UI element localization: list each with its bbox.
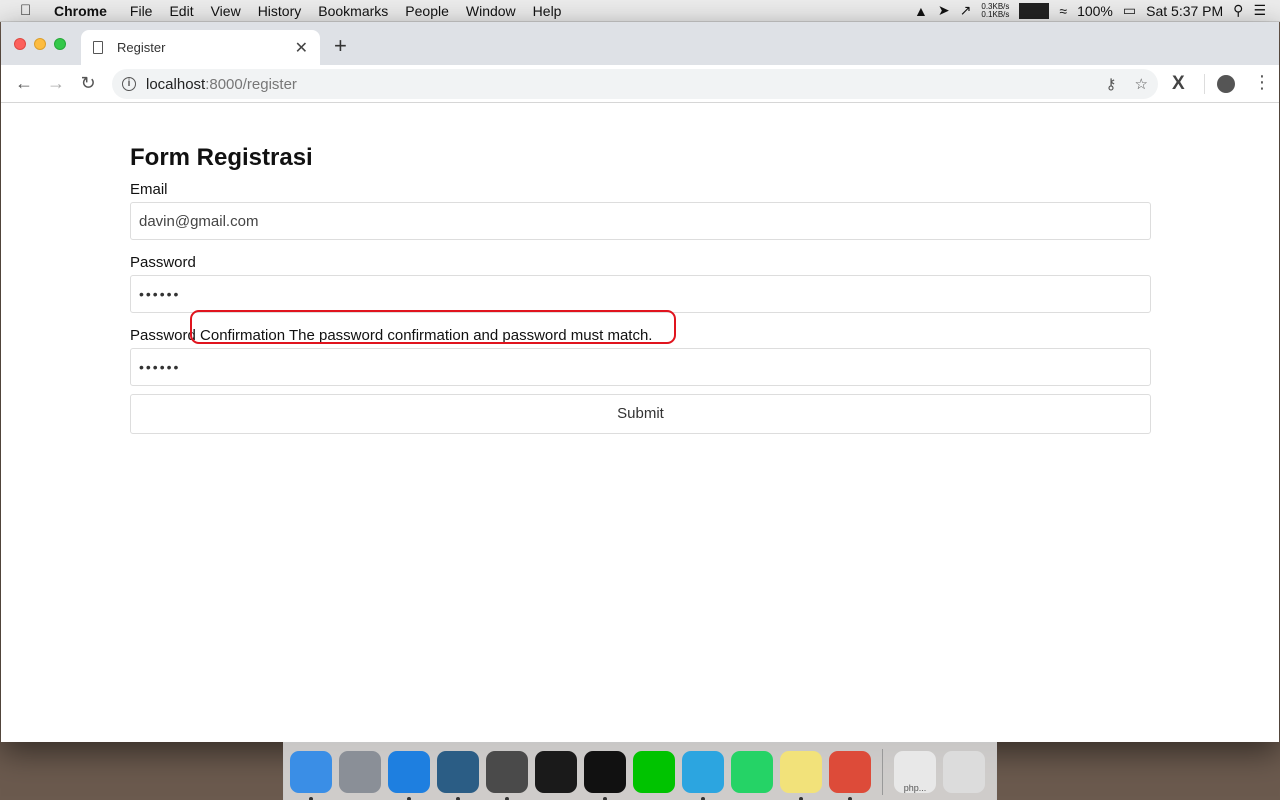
dock-divider [882, 748, 883, 795]
page-title: Form Registrasi [130, 144, 313, 171]
minimized-window-icon[interactable]: php... [894, 750, 936, 793]
spotlight-search-icon[interactable]: ⚲ [1233, 2, 1243, 19]
document-icon [93, 41, 103, 54]
page-content: Form Registrasi Email davin@gmail.com Pa… [1, 103, 1279, 742]
trash-icon[interactable] [943, 750, 985, 793]
wifi-icon[interactable]: ≈ [1059, 3, 1067, 19]
running-indicator [848, 796, 852, 800]
running-indicator [603, 796, 607, 800]
resize-arrows-icon[interactable]: ↗ [960, 2, 972, 19]
clock[interactable]: Sat 5:37 PM [1146, 3, 1223, 19]
menu-app-name[interactable]: Chrome [54, 3, 107, 19]
extension-x-icon[interactable]: X [1172, 73, 1185, 95]
terminal-icon[interactable] [584, 750, 626, 800]
password-confirmation-label: Password Confirmation The password confi… [130, 310, 1151, 345]
password-label: Password [130, 254, 196, 271]
running-indicator [456, 796, 460, 800]
safari-icon[interactable] [388, 750, 430, 800]
activity-graph-icon[interactable] [1019, 2, 1050, 19]
line-icon[interactable] [633, 750, 675, 793]
key-icon[interactable]: ⚷ [1106, 75, 1117, 93]
toolbar-divider [1204, 74, 1205, 94]
apple-icon[interactable]:  [20, 2, 38, 19]
p3-icon[interactable] [535, 750, 577, 793]
tab-title: Register [117, 40, 166, 55]
address-bar[interactable]: i localhost:8000/register ⚷ ☆ [112, 69, 1158, 99]
window-controls [14, 38, 66, 50]
menu-file[interactable]: File [130, 3, 153, 19]
whatsapp-icon[interactable] [731, 750, 773, 793]
menu-bar:  Chrome File Edit View History Bookmark… [0, 0, 1280, 22]
menu-help[interactable]: Help [533, 3, 562, 19]
menu-window[interactable]: Window [466, 3, 516, 19]
running-indicator [505, 796, 509, 800]
email-field[interactable]: davin@gmail.com [130, 202, 1151, 240]
new-tab-button[interactable]: + [334, 35, 347, 57]
adobe-icon[interactable]: ▲ [914, 3, 928, 19]
menu-people[interactable]: People [405, 3, 449, 19]
mysql-workbench-icon[interactable] [437, 750, 479, 800]
tab-register[interactable]: Register ✕ [81, 30, 320, 65]
running-indicator [407, 796, 411, 800]
forward-button[interactable]: → [40, 73, 72, 94]
close-tab-icon[interactable]: ✕ [295, 38, 308, 58]
browser-toolbar: ← → ↻ i localhost:8000/register ⚷ ☆ X ⋮ [1, 65, 1279, 103]
network-speed[interactable]: 0.3KB/s 0.1KB/s [981, 2, 1010, 19]
stickies-icon[interactable] [780, 750, 822, 800]
running-indicator [309, 796, 313, 800]
menu-kebab-icon[interactable]: ⋮ [1253, 72, 1271, 93]
launchpad-icon[interactable] [339, 750, 381, 793]
battery-icon[interactable]: ▭ [1123, 2, 1136, 19]
password-confirmation-field[interactable]: •••••• [130, 348, 1151, 386]
minimized-window-label: php... [903, 782, 927, 793]
network-download: 0.1KB/s [981, 9, 1010, 19]
registration-form: Form Registrasi Email davin@gmail.com Pa… [130, 143, 1151, 434]
dock: php... [283, 742, 997, 800]
reload-button[interactable]: ↻ [72, 73, 104, 94]
menu-bookmarks[interactable]: Bookmarks [318, 3, 388, 19]
close-window-button[interactable] [14, 38, 26, 50]
info-icon[interactable]: i [122, 77, 136, 91]
telegram-icon[interactable] [682, 750, 724, 800]
notification-center-icon[interactable]: ☰ [1253, 2, 1266, 19]
email-label: Email [130, 181, 168, 198]
running-indicator [701, 796, 705, 800]
error-highlight-outline [190, 310, 676, 344]
minimize-window-button[interactable] [34, 38, 46, 50]
menu-history[interactable]: History [258, 3, 302, 19]
finder-icon[interactable] [290, 750, 332, 800]
status-area: ▲ ➤ ↗ 0.3KB/s 0.1KB/s ≈ 100% ▭ Sat 5:37 … [914, 2, 1266, 19]
avatar[interactable] [1217, 75, 1235, 93]
zoom-window-button[interactable] [54, 38, 66, 50]
submit-button[interactable]: Submit [130, 394, 1151, 434]
running-indicator [799, 796, 803, 800]
url-host: localhost [146, 75, 206, 93]
battery-percentage[interactable]: 100% [1077, 3, 1113, 19]
menu-view[interactable]: View [211, 3, 241, 19]
omnibox-actions: ⚷ ☆ [1106, 75, 1148, 93]
password-field[interactable]: •••••• [130, 275, 1151, 313]
tab-strip: Register ✕ + [1, 22, 1279, 65]
chrome-icon[interactable] [829, 750, 871, 800]
sublime-text-icon[interactable] [486, 750, 528, 800]
browser-window: Register ✕ + ← → ↻ i localhost:8000/regi… [1, 22, 1279, 742]
menu-edit[interactable]: Edit [169, 3, 193, 19]
navigation-icon[interactable]: ➤ [938, 2, 950, 19]
star-icon[interactable]: ☆ [1135, 75, 1148, 93]
url-path: :8000/register [205, 75, 297, 93]
back-button[interactable]: ← [8, 73, 40, 94]
